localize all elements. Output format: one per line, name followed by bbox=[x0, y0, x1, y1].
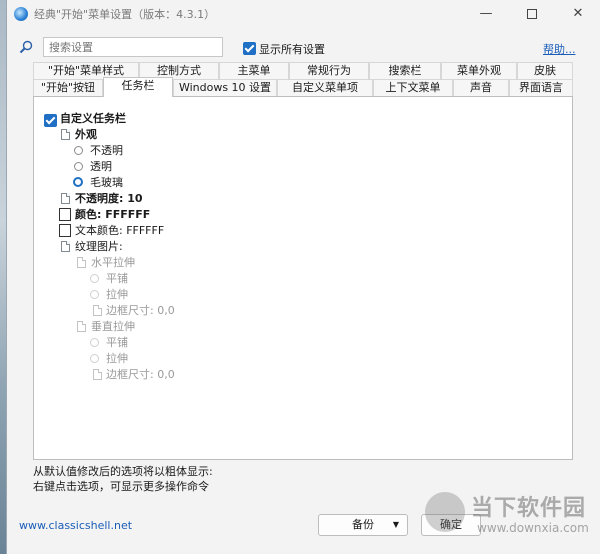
maximize-icon bbox=[527, 8, 537, 19]
tab-main-menu[interactable]: 主菜单 bbox=[219, 62, 289, 79]
document-icon bbox=[93, 369, 102, 380]
appearance-item[interactable]: 外观 bbox=[75, 128, 97, 142]
watermark: 当下软件园 www.downxia.com bbox=[425, 488, 600, 548]
document-icon bbox=[93, 305, 102, 316]
website-link[interactable]: www.classicshell.net bbox=[19, 519, 132, 532]
transparent-radio[interactable] bbox=[74, 162, 83, 171]
minimize-button[interactable]: — bbox=[463, 0, 509, 28]
text-color-swatch[interactable] bbox=[59, 224, 71, 237]
h-border-size-item[interactable]: 边框尺寸: 0,0 bbox=[106, 304, 175, 318]
watermark-text: 当下软件园 bbox=[471, 496, 587, 521]
title-bar: 经典"开始"菜单设置（版本：4.3.1） — ✕ bbox=[7, 0, 600, 28]
hint-line-2: 右键点击选项，可显示更多操作命令 bbox=[33, 480, 209, 493]
show-all-label: 显示所有设置 bbox=[259, 43, 325, 56]
h-tile-label[interactable]: 平铺 bbox=[106, 272, 128, 286]
v-border-size-item[interactable]: 边框尺寸: 0,0 bbox=[106, 368, 175, 382]
h-stretch-label[interactable]: 拉伸 bbox=[106, 288, 128, 302]
tab-windows-10-settings[interactable]: Windows 10 设置 bbox=[173, 79, 277, 96]
tab-taskbar[interactable]: 任务栏 bbox=[103, 77, 173, 97]
settings-tree-panel: 自定义任务栏 外观 不透明 透明 毛玻璃 不透明度: 10 颜色: FFFFFF… bbox=[33, 96, 573, 460]
settings-window: 经典"开始"菜单设置（版本：4.3.1） — ✕ 显示所有设置 帮助... "开… bbox=[6, 0, 600, 554]
opaque-label[interactable]: 不透明 bbox=[90, 144, 123, 158]
classic-shell-app-icon bbox=[14, 7, 28, 21]
backup-button[interactable]: 备份 ▼ bbox=[318, 514, 408, 536]
tab-custom-menu-items[interactable]: 自定义菜单项 bbox=[277, 79, 373, 96]
window-title: 经典"开始"菜单设置（版本：4.3.1） bbox=[34, 8, 216, 21]
document-icon bbox=[77, 321, 86, 332]
close-button[interactable]: ✕ bbox=[555, 0, 600, 28]
search-row: 显示所有设置 帮助... bbox=[7, 36, 600, 60]
tab-search-box[interactable]: 搜索栏 bbox=[369, 62, 441, 79]
tab-menu-look[interactable]: 菜单外观 bbox=[441, 62, 517, 79]
v-stretch-radio[interactable] bbox=[90, 354, 99, 363]
h-tile-radio[interactable] bbox=[90, 274, 99, 283]
horizontal-stretch-item[interactable]: 水平拉伸 bbox=[91, 256, 135, 270]
search-icon bbox=[19, 40, 33, 54]
color-swatch[interactable] bbox=[59, 208, 71, 221]
hint-text: 从默认值修改后的选项将以粗体显示: 右键点击选项，可显示更多操作命令 bbox=[33, 464, 213, 494]
search-input[interactable] bbox=[43, 37, 223, 57]
v-tile-radio[interactable] bbox=[90, 338, 99, 347]
v-stretch-label[interactable]: 拉伸 bbox=[106, 352, 128, 366]
tab-sounds[interactable]: 声音 bbox=[453, 79, 509, 96]
glass-radio[interactable] bbox=[73, 177, 83, 187]
backup-button-label: 备份 bbox=[352, 518, 374, 531]
hint-line-1: 从默认值修改后的选项将以粗体显示: bbox=[33, 465, 213, 478]
tab-language[interactable]: 界面语言 bbox=[509, 79, 573, 96]
customize-taskbar-checkbox[interactable] bbox=[44, 114, 57, 127]
show-all-checkbox[interactable] bbox=[243, 42, 256, 55]
text-color-item[interactable]: 文本颜色: FFFFFF bbox=[75, 224, 164, 238]
document-icon bbox=[61, 193, 70, 204]
v-tile-label[interactable]: 平铺 bbox=[106, 336, 128, 350]
texture-item[interactable]: 纹理图片: bbox=[75, 240, 123, 254]
glass-label[interactable]: 毛玻璃 bbox=[90, 176, 123, 190]
document-icon bbox=[61, 129, 70, 140]
help-link[interactable]: 帮助... bbox=[543, 41, 576, 57]
color-item[interactable]: 颜色: FFFFFF bbox=[75, 208, 150, 222]
transparent-label[interactable]: 透明 bbox=[90, 160, 112, 174]
opaque-radio[interactable] bbox=[74, 146, 83, 155]
customize-taskbar-label[interactable]: 自定义任务栏 bbox=[60, 112, 126, 126]
h-stretch-radio[interactable] bbox=[90, 290, 99, 299]
tab-general-behavior[interactable]: 常规行为 bbox=[289, 62, 369, 79]
watermark-url: www.downxia.com bbox=[477, 521, 589, 535]
document-icon bbox=[61, 241, 70, 252]
tab-skin[interactable]: 皮肤 bbox=[517, 62, 573, 79]
tab-start-button[interactable]: "开始"按钮 bbox=[33, 79, 103, 96]
watermark-logo-icon bbox=[425, 492, 465, 532]
tab-context-menu[interactable]: 上下文菜单 bbox=[373, 79, 453, 96]
dropdown-arrow-icon: ▼ bbox=[392, 520, 399, 529]
maximize-button[interactable] bbox=[509, 0, 555, 28]
document-icon bbox=[77, 257, 86, 268]
vertical-stretch-item[interactable]: 垂直拉伸 bbox=[91, 320, 135, 334]
opacity-item[interactable]: 不透明度: 10 bbox=[75, 192, 143, 206]
